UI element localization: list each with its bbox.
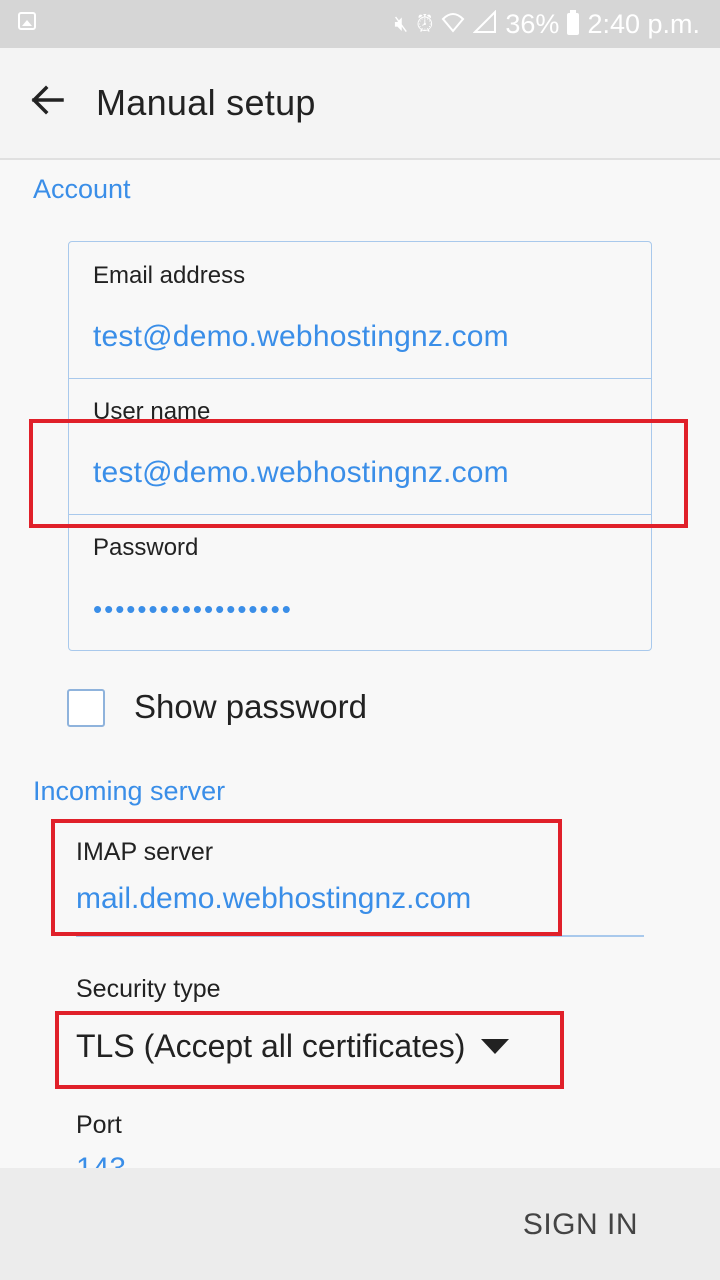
alarm-icon: ⏰︎ bbox=[416, 11, 434, 36]
sign-in-button[interactable]: SIGN IN bbox=[523, 1208, 638, 1242]
dropdown-arrow-icon bbox=[481, 1038, 510, 1054]
back-arrow-icon[interactable] bbox=[28, 80, 68, 120]
port-label: Port bbox=[76, 1111, 122, 1139]
imap-server-underline bbox=[76, 935, 644, 937]
vibrate-mute-icon: 🔇︎ bbox=[394, 11, 409, 36]
status-icons: 🔇︎ ⏰︎ 36% 2:40 p.m. bbox=[394, 8, 700, 40]
account-card: Email address test@demo.webhostingnz.com… bbox=[68, 241, 652, 651]
signal-icon bbox=[472, 9, 497, 38]
email-label: Email address bbox=[93, 262, 246, 289]
status-time: 2:40 p.m. bbox=[587, 8, 700, 39]
security-type-label: Security type bbox=[76, 975, 221, 1003]
bottom-action-bar: SIGN IN bbox=[0, 1168, 720, 1280]
show-password-checkbox[interactable] bbox=[67, 689, 105, 727]
wifi-icon bbox=[441, 11, 465, 37]
battery-icon bbox=[567, 10, 580, 35]
password-label: Password bbox=[93, 534, 199, 561]
username-label: User name bbox=[93, 398, 211, 425]
security-type-dropdown[interactable]: TLS (Accept all certificates) bbox=[76, 1024, 510, 1068]
email-field[interactable]: Email address test@demo.webhostingnz.com bbox=[69, 242, 651, 379]
password-field[interactable]: Password •••••••••••••••••• bbox=[69, 514, 651, 650]
gallery-icon bbox=[18, 12, 36, 30]
page-title: Manual setup bbox=[96, 82, 316, 123]
imap-server-input[interactable]: mail.demo.webhostingnz.com bbox=[76, 882, 471, 916]
app-bar: Manual setup bbox=[0, 48, 720, 160]
username-value[interactable]: test@demo.webhostingnz.com bbox=[93, 456, 509, 490]
battery-percent: 36% bbox=[505, 8, 560, 39]
highlight-box-imap-server bbox=[51, 819, 562, 936]
section-header-account: Account bbox=[33, 174, 131, 204]
email-value[interactable]: test@demo.webhostingnz.com bbox=[93, 320, 509, 354]
section-header-incoming-server: Incoming server bbox=[33, 776, 226, 806]
status-bar: 🔇︎ ⏰︎ 36% 2:40 p.m. bbox=[0, 0, 720, 48]
imap-server-label: IMAP server bbox=[76, 838, 214, 866]
username-field[interactable]: User name test@demo.webhostingnz.com bbox=[69, 378, 651, 515]
password-value[interactable]: •••••••••••••••••• bbox=[93, 594, 293, 625]
security-type-value: TLS (Accept all certificates) bbox=[76, 1027, 466, 1064]
show-password-label[interactable]: Show password bbox=[134, 688, 367, 726]
